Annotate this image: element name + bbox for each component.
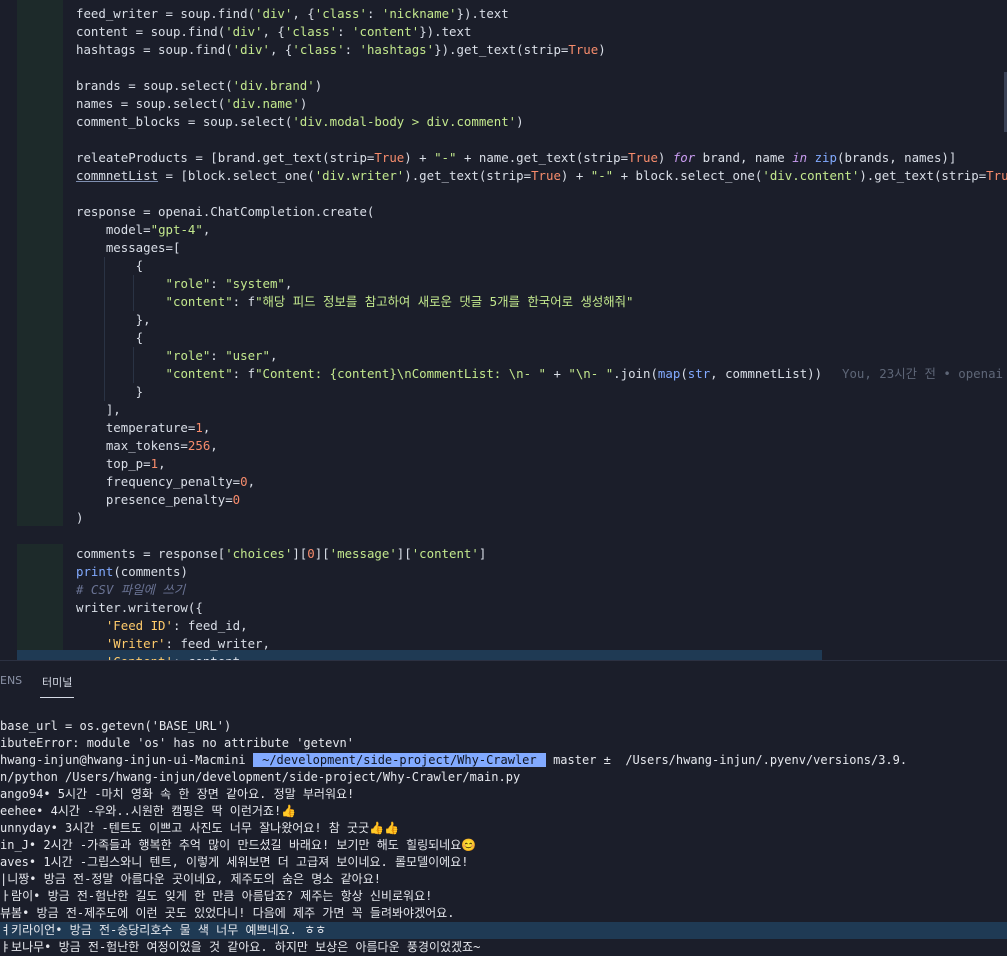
code-editor[interactable]: feed_writer = soup.find('div', {'class':… xyxy=(0,0,1007,660)
code-line-text: } xyxy=(76,384,144,399)
code-line[interactable]: "content": f"Content: {content}\nComment… xyxy=(0,365,1007,383)
terminal-line: eehee• 4시간 -우와..시원한 캠핑은 딱 이런거죠!👍 xyxy=(0,804,297,818)
prompt-user: hwang-injun@hwang-injun-ui-Macmini xyxy=(0,753,253,767)
code-line-text: "role": "user", xyxy=(165,348,278,363)
terminal-line: ㅏ람이• 방금 전-험난한 길도 잊게 한 만큼 아름답죠? 제주는 항상 신비… xyxy=(0,889,433,903)
prompt-git-branch: master ± xyxy=(545,753,619,767)
code-line[interactable]: feed_writer = soup.find('div', {'class':… xyxy=(0,5,1007,23)
code-line-text: comments = response['choices'][0]['messa… xyxy=(76,546,487,561)
terminal-line: ㅕ키라이언• 방금 전-송당리호수 물 색 너무 예쁘네요. ㅎㅎ xyxy=(0,922,1007,939)
code-line[interactable]: 'Content': content, xyxy=(0,653,1007,660)
code-line-text: commnetList = [block.select_one('div.wri… xyxy=(76,168,1007,183)
code-line[interactable]: hashtags = soup.find('div', {'class': 'h… xyxy=(0,41,1007,59)
code-line-text: comment_blocks = soup.select('div.modal-… xyxy=(76,114,524,129)
code-line[interactable]: } xyxy=(0,383,1007,401)
terminal-line: hwang-injun@hwang-injun-ui-Macmini ~/dev… xyxy=(0,752,1007,769)
terminal-line: unnyday• 3시간 -텐트도 이쁘고 사진도 너무 잘나왔어요! 참 굿굿… xyxy=(0,821,399,835)
terminal-line: ango94• 5시간 -마치 영화 속 한 장면 같아요. 정말 부러워요! xyxy=(0,787,355,801)
tab-problems[interactable]: ENS xyxy=(0,674,22,687)
code-line[interactable]: model="gpt-4", xyxy=(0,221,1007,239)
code-line-text: "content": f"Content: {content}\nComment… xyxy=(165,366,823,381)
code-line-text: 'Writer': feed_writer, xyxy=(105,636,270,651)
code-line-text: }, xyxy=(76,312,151,327)
terminal-line: |니짱• 방금 전-정말 아름다운 곳이네요, 제주도의 숨은 명소 같아요! xyxy=(0,872,381,886)
code-line-text: model="gpt-4", xyxy=(76,222,211,237)
code-line-text: frequency_penalty=0, xyxy=(76,474,256,489)
panel-tabs: ENS 터미널 xyxy=(0,661,1007,699)
code-line[interactable]: "role": "system", xyxy=(0,275,1007,293)
code-line[interactable]: releateProducts = [brand.get_text(strip=… xyxy=(0,149,1007,167)
code-line[interactable]: temperature=1, xyxy=(0,419,1007,437)
code-line-text: feed_writer = soup.find('div', {'class':… xyxy=(76,6,509,21)
code-line[interactable]: response = openai.ChatCompletion.create( xyxy=(0,203,1007,221)
terminal-line: n/python /Users/hwang-injun/development/… xyxy=(0,770,521,784)
code-line-text: print(comments) xyxy=(76,564,188,579)
tab-terminal[interactable]: 터미널 xyxy=(39,674,75,698)
terminal-line: aves• 1시간 -그립스와니 텐트, 이렇게 세워보면 더 고급져 보이네요… xyxy=(0,855,469,869)
code-line-text: hashtags = soup.find('div', {'class': 'h… xyxy=(76,42,606,57)
code-line[interactable]: presence_penalty=0 xyxy=(0,491,1007,509)
code-line[interactable]: "content": f"해당 피드 정보를 참고하여 새로운 댓글 5개를 한… xyxy=(0,293,1007,311)
terminal-line: 뷰봄• 방금 전-제주도에 이런 곳도 있었다니! 다음에 제주 가면 꼭 들려… xyxy=(0,906,455,920)
code-line[interactable]: # CSV 파일에 쓰기 xyxy=(0,581,1007,599)
code-line[interactable]: print(comments) xyxy=(0,563,1007,581)
code-line[interactable]: 'Feed ID': feed_id, xyxy=(0,617,1007,635)
code-line[interactable]: ], xyxy=(0,401,1007,419)
code-line-text: max_tokens=256, xyxy=(76,438,218,453)
code-line[interactable]: { xyxy=(0,329,1007,347)
prompt-command: /Users/hwang-injun/.pyenv/versions/3.9. xyxy=(618,753,908,767)
code-line[interactable]: frequency_penalty=0, xyxy=(0,473,1007,491)
code-line[interactable]: }, xyxy=(0,311,1007,329)
code-line-text: presence_penalty=0 xyxy=(76,492,241,507)
git-blame-annotation: You, 23시간 전 • openai xyxy=(842,366,1004,381)
code-line-text: 'Feed ID': feed_id, xyxy=(105,618,248,633)
code-line-text: top_p=1, xyxy=(76,456,166,471)
code-line-text: ) xyxy=(76,510,84,525)
code-line[interactable]: messages=[ xyxy=(0,239,1007,257)
code-line[interactable]: comments = response['choices'][0]['messa… xyxy=(0,545,1007,563)
code-line[interactable]: max_tokens=256, xyxy=(0,437,1007,455)
code-line[interactable]: top_p=1, xyxy=(0,455,1007,473)
code-line-text: brands = soup.select('div.brand') xyxy=(76,78,323,93)
code-line[interactable]: commnetList = [block.select_one('div.wri… xyxy=(0,167,1007,185)
prompt-path: ~/development/side-project/Why-Crawler xyxy=(252,753,546,767)
code-line-text: { xyxy=(76,330,144,345)
code-line-text: response = openai.ChatCompletion.create( xyxy=(76,204,375,219)
code-line-text: # CSV 파일에 쓰기 xyxy=(76,582,186,597)
code-line[interactable]: names = soup.select('div.name') xyxy=(0,95,1007,113)
code-line[interactable]: 'Writer': feed_writer, xyxy=(0,635,1007,653)
bottom-panel: ENS 터미널 base_url = os.getevn('BASE_URL')… xyxy=(0,660,1007,954)
code-line[interactable]: content = soup.find('div', {'class': 'co… xyxy=(0,23,1007,41)
code-line[interactable]: brands = soup.select('div.brand') xyxy=(0,77,1007,95)
code-line[interactable]: ) xyxy=(0,509,1007,527)
code-line-text: "content": f"해당 피드 정보를 참고하여 새로운 댓글 5개를 한… xyxy=(165,294,634,309)
code-line[interactable]: writer.writerow({ xyxy=(0,599,1007,617)
terminal-line: base_url = os.getevn('BASE_URL') xyxy=(0,719,232,733)
code-line-text: "role": "system", xyxy=(165,276,293,291)
code-line-text: temperature=1, xyxy=(76,420,211,435)
code-line[interactable]: "role": "user", xyxy=(0,347,1007,365)
code-line-text: content = soup.find('div', {'class': 'co… xyxy=(76,24,472,39)
code-line-text: 'Content': content, xyxy=(76,653,248,660)
code-line-text: messages=[ xyxy=(76,240,181,255)
code-line-text: writer.writerow({ xyxy=(76,600,203,615)
code-line[interactable]: comment_blocks = soup.select('div.modal-… xyxy=(0,113,1007,131)
code-line-text: names = soup.select('div.name') xyxy=(76,96,308,111)
terminal-line: in_J• 2시간 -가족들과 행복한 추억 많이 만드셨길 바래요! 보기만 … xyxy=(0,838,477,852)
code-line-text: releateProducts = [brand.get_text(strip=… xyxy=(76,150,957,165)
terminal-line: ㅑ보나무• 방금 전-험난한 여정이었을 것 같아요. 하지만 보상은 아름다운… xyxy=(0,940,481,954)
code-line-text: ], xyxy=(76,402,121,417)
terminal-line: ibuteError: module 'os' has no attribute… xyxy=(0,736,355,750)
code-line-text: { xyxy=(76,258,144,273)
code-line[interactable]: { xyxy=(0,257,1007,275)
